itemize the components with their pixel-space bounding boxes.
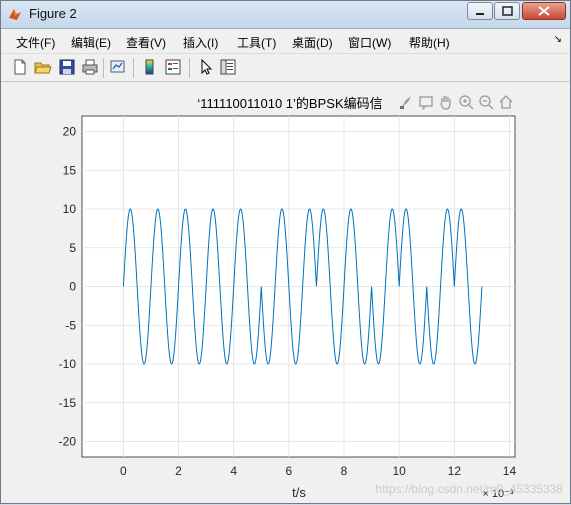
chart-title: ‘111110011010 1’的BPSK编码信 xyxy=(197,96,382,111)
y-tick-label: -10 xyxy=(59,357,77,371)
watermark-text: https://blog.csdn.net/m0_45335338 xyxy=(376,482,564,496)
x-tick-label: 12 xyxy=(448,464,462,478)
x-tick-label: 6 xyxy=(286,464,293,478)
y-tick-label: 5 xyxy=(69,241,76,255)
y-tick-label: 15 xyxy=(63,163,77,177)
x-axis-label: t/s xyxy=(292,485,306,500)
y-tick-label: 10 xyxy=(63,202,77,216)
chart-svg[interactable]: 0 2 4 6 8 10 12 14 -20 -15 -10 -5 0 5 10 15 20 ‘11111001… xyxy=(1,1,571,505)
zoom-out-icon[interactable] xyxy=(478,94,494,110)
y-tick-label: 20 xyxy=(63,125,77,139)
zoom-in-icon[interactable] xyxy=(458,94,474,110)
x-tick-label: 14 xyxy=(503,464,517,478)
brush-icon[interactable] xyxy=(398,94,414,110)
y-tick-label: -20 xyxy=(59,435,77,449)
pan-icon[interactable] xyxy=(438,94,454,110)
y-tick-label: -15 xyxy=(59,396,77,410)
x-tick-label: 4 xyxy=(230,464,237,478)
x-tick-label: 8 xyxy=(341,464,348,478)
x-tick-label: 2 xyxy=(175,464,182,478)
home-icon[interactable] xyxy=(498,94,514,110)
x-tick-label: 10 xyxy=(392,464,406,478)
figure-window: Figure 2 文件(F) 编辑(E) 查看(V) 插入(I) 工具(T) 桌… xyxy=(0,0,571,504)
y-tick-label: 0 xyxy=(69,280,76,294)
x-tick-label: 0 xyxy=(120,464,127,478)
data-tips-icon[interactable] xyxy=(418,94,434,110)
y-tick-label: -5 xyxy=(65,318,76,332)
